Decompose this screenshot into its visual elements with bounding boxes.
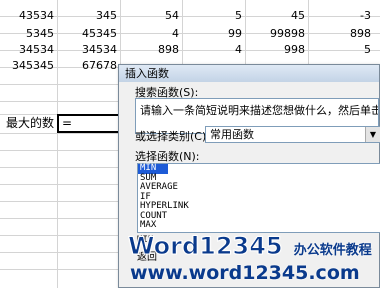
cell[interactable]: 5345 [0,26,57,42]
watermark-url: www.word12345.com [130,262,360,284]
cell[interactable]: 45 [245,8,308,24]
cell[interactable]: 67678 [57,58,120,74]
select-function-label: 选择函数(N): [135,150,200,163]
list-item[interactable]: COUNT [138,211,380,222]
list-item[interactable]: MAX [138,220,380,231]
cell[interactable]: 4 [120,26,182,42]
watermark-brand: Word12345 [128,232,284,261]
watermark-tagline: 办公软件教程 [293,243,372,258]
cell[interactable]: 998 [245,42,308,58]
watermark-brand-row: Word12345 办公软件教程 [128,232,372,262]
category-select[interactable]: 常用函数 ▼ [205,126,380,143]
max-label-cell[interactable]: 最大的数 [0,115,56,132]
cell[interactable]: 45345 [57,26,120,42]
cell[interactable]: 99 [182,26,245,42]
cell[interactable]: 34534 [0,42,57,58]
cell[interactable]: 99898 [245,26,308,42]
category-value: 常用函数 [210,128,254,141]
cell[interactable]: 345 [57,8,120,24]
cell[interactable]: 5 [182,8,245,24]
cell[interactable]: 345345 [0,58,57,74]
function-list[interactable]: MIN SUM AVERAGE IF HYPERLINK COUNT MAX [137,163,380,233]
cell[interactable]: 54 [120,8,182,24]
dialog-title[interactable]: 插入函数 [119,65,379,82]
cell[interactable]: 34534 [57,42,120,58]
cell[interactable]: 43534 [0,8,57,24]
cell[interactable]: 4 [182,42,245,58]
cell[interactable]: 898 [120,42,182,58]
chevron-down-icon[interactable]: ▼ [365,127,380,142]
watermark: Word12345 办公软件教程 www.word12345.com [128,232,380,288]
cell[interactable]: 898 [308,26,374,42]
cell[interactable]: -3 [308,8,374,24]
category-label: 或选择类别(C): [135,130,210,143]
list-item[interactable]: HYPERLINK [138,201,380,212]
cell[interactable]: 5 [308,42,374,58]
active-formula-cell[interactable]: = [57,114,120,133]
list-item[interactable]: AVERAGE [138,182,380,193]
